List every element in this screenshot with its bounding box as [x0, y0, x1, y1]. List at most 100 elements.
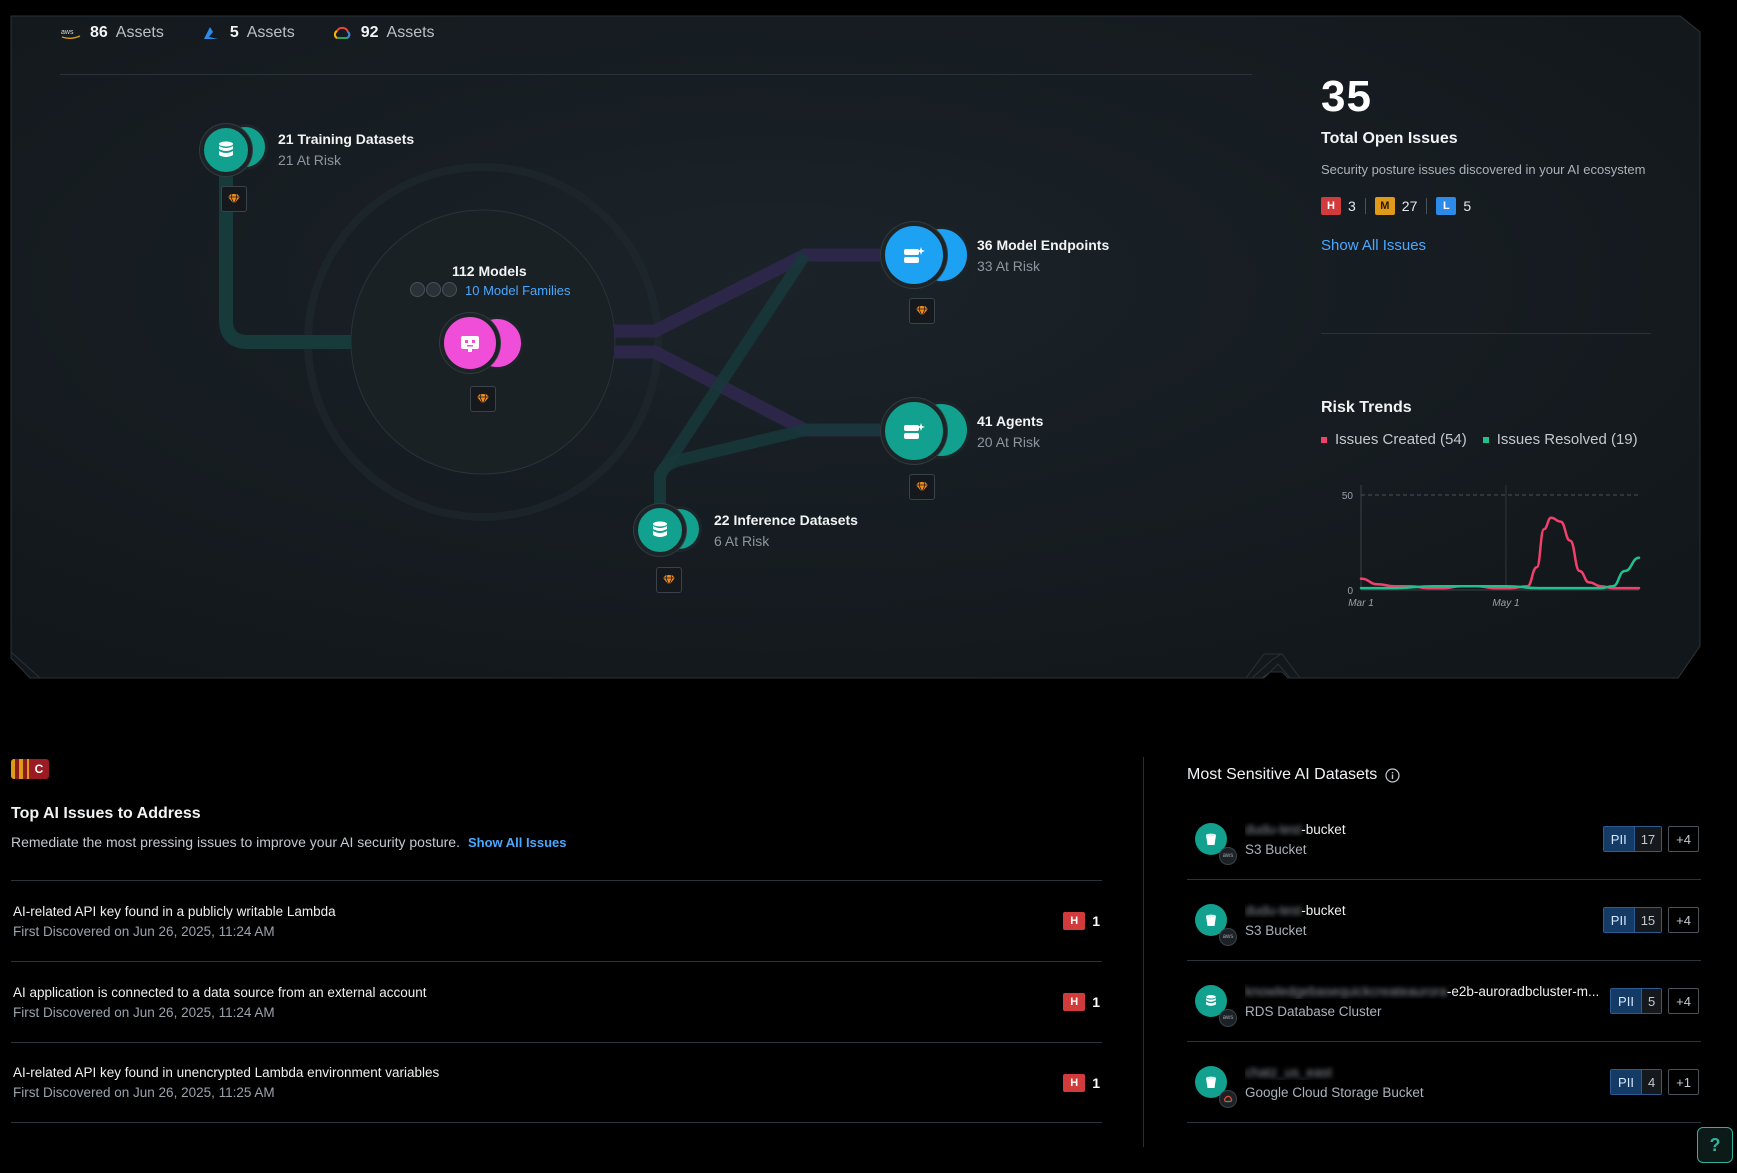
legend-issues-resolved[interactable]: Issues Resolved (19): [1482, 431, 1638, 448]
inference-risk-chip[interactable]: [656, 567, 682, 593]
dataset-row[interactable]: aws knowledgebasequickcreateaurora-e2b-a…: [1187, 961, 1701, 1042]
issue-row[interactable]: AI application is connected to a data so…: [11, 961, 1102, 1042]
model-families-link[interactable]: 10 Model Families: [465, 282, 571, 298]
endpoints-node[interactable]: [881, 222, 947, 288]
database-icon: [219, 141, 233, 157]
inference-datasets-label[interactable]: 22 Inference Datasets 6 At Risk: [714, 512, 858, 549]
high-severity-count: 3: [1348, 198, 1356, 214]
pii-tag-label: PII: [1603, 908, 1634, 932]
top-issues-show-all-link[interactable]: Show All Issues: [468, 835, 567, 850]
top-issues-desc-text: Remediate the most pressing issues to im…: [11, 834, 460, 850]
risk-gem-icon: [916, 481, 928, 493]
issue-count: 1: [1092, 994, 1100, 1010]
issue-count: 1: [1092, 1074, 1100, 1091]
dataset-name: knowledgebasequickcreateaurora-e2b-auror…: [1245, 984, 1610, 999]
issue-severity-badge: H: [1063, 1073, 1086, 1092]
pii-tag[interactable]: PII 4: [1610, 1069, 1663, 1095]
dataset-type: RDS Database Cluster: [1245, 1003, 1382, 1019]
grade-badge-stripe: [11, 759, 29, 779]
bucket-icon: [1195, 1066, 1237, 1108]
issue-severity-badge: H: [1063, 993, 1086, 1011]
more-tags-button[interactable]: +4: [1668, 826, 1699, 852]
endpoint-icon: [904, 247, 925, 263]
grade-badge: C: [11, 759, 49, 779]
legend-issues-created[interactable]: Issues Created (54): [1321, 431, 1467, 448]
low-severity-count: 5: [1463, 198, 1472, 214]
training-datasets-node[interactable]: [200, 124, 252, 176]
x-tick-label: May 1: [1492, 598, 1519, 609]
dataset-name-redacted: dudu-test: [1245, 902, 1302, 918]
inference-datasets-node[interactable]: [634, 504, 686, 556]
more-tags-button[interactable]: +4: [1668, 907, 1699, 933]
help-button[interactable]: ?: [1697, 1127, 1733, 1163]
medium-severity-badge: M: [1374, 197, 1395, 215]
training-datasets-risk: 21 At Risk: [278, 152, 342, 168]
training-datasets-title: 21 Training Datasets: [278, 131, 415, 147]
issue-discovered: First Discovered on Jun 26, 2025, 11:24 …: [13, 923, 275, 939]
y-tick-label: 0: [1347, 586, 1353, 597]
issues-created-line: [1359, 516, 1641, 590]
medium-severity-count: 27: [1401, 198, 1418, 214]
agents-node[interactable]: [881, 398, 947, 464]
dataset-row[interactable]: aws dudu-test-bucket S3 Bucket PII 15 +4: [1187, 880, 1701, 961]
dataset-name-redacted: knowledgebasequickcreateaurora: [1245, 983, 1447, 999]
endpoints-title: 36 Model Endpoints: [977, 237, 1110, 253]
pii-tag[interactable]: PII 15: [1602, 907, 1663, 933]
severity-separator: [1426, 198, 1428, 214]
pii-tag-count: 5: [1640, 989, 1662, 1013]
endpoints-label[interactable]: 36 Model Endpoints 33 At Risk: [977, 237, 1109, 274]
training-risk-chip[interactable]: [221, 186, 247, 212]
meta-provider-icon: [410, 282, 425, 297]
agents-label[interactable]: 41 Agents 20 At Risk: [977, 413, 1043, 450]
training-datasets-label[interactable]: 21 Training Datasets 21 At Risk: [278, 131, 414, 168]
top-issues-title: Top AI Issues to Address: [11, 805, 201, 822]
model-provider-icons: [410, 282, 457, 297]
aws-icon: aws: [1219, 1009, 1237, 1027]
issue-title: AI application is connected to a data so…: [13, 984, 427, 1000]
summary-divider: [1321, 333, 1651, 334]
risk-trends-title: Risk Trends: [1321, 399, 1412, 416]
sensitive-datasets-list: aws dudu-test-bucket S3 Bucket PII 17 +4 …: [1187, 799, 1701, 1123]
more-tags-button[interactable]: +4: [1668, 988, 1699, 1014]
dataset-row[interactable]: aws dudu-test-bucket S3 Bucket PII 17 +4: [1187, 799, 1701, 880]
models-node[interactable]: [440, 313, 500, 373]
inference-datasets-risk: 6 At Risk: [714, 533, 770, 549]
dataset-name-visible: -bucket: [1301, 902, 1346, 918]
dataset-row[interactable]: chatz_us_east Google Cloud Storage Bucke…: [1187, 1042, 1701, 1123]
openai-provider-icon: [442, 282, 457, 297]
agents-risk: 20 At Risk: [977, 434, 1041, 450]
agents-risk-chip[interactable]: [909, 474, 935, 500]
pii-tag-label: PII: [1611, 1070, 1641, 1094]
issue-row[interactable]: AI-related API key found in unencrypted …: [11, 1042, 1102, 1123]
issues-resolved-line: [1359, 556, 1641, 590]
agents-title: 41 Agents: [977, 413, 1044, 429]
pii-tag[interactable]: PII 5: [1610, 988, 1663, 1014]
aws-icon: aws: [1219, 928, 1237, 946]
pii-tag-count: 4: [1640, 1070, 1662, 1094]
inference-datasets-title: 22 Inference Datasets: [714, 512, 858, 528]
pii-tag-count: 17: [1633, 827, 1662, 851]
pii-tag[interactable]: PII 17: [1602, 826, 1663, 852]
dataset-type: S3 Bucket: [1245, 841, 1307, 857]
resolved-legend-label: Issues Resolved (19): [1496, 431, 1638, 448]
aws-icon: aws: [1219, 847, 1237, 865]
endpoints-risk-chip[interactable]: [909, 298, 935, 324]
sensitive-datasets-title-text: Most Sensitive AI Datasets: [1187, 766, 1378, 783]
show-all-issues-link[interactable]: Show All Issues: [1321, 237, 1426, 254]
dataset-name-visible: -bucket: [1301, 821, 1346, 837]
severity-breakdown: H 3 M 27 L 5: [1321, 197, 1651, 215]
info-icon[interactable]: [1385, 767, 1400, 783]
open-issues-summary: 35 Total Open Issues Security posture is…: [1321, 72, 1651, 255]
dataset-type: S3 Bucket: [1245, 922, 1307, 938]
more-tags-button[interactable]: +1: [1668, 1069, 1699, 1095]
models-label[interactable]: 112 Models: [452, 263, 527, 279]
created-legend-swatch: [1321, 437, 1327, 444]
models-risk-chip[interactable]: [470, 386, 496, 412]
issue-row[interactable]: AI-related API key found in a publicly w…: [11, 880, 1102, 961]
dataset-type: Google Cloud Storage Bucket: [1245, 1084, 1424, 1100]
pii-tag-label: PII: [1611, 989, 1641, 1013]
top-issues-description: Remediate the most pressing issues to im…: [11, 834, 566, 850]
severity-separator: [1364, 198, 1366, 214]
pii-tag-count: 15: [1633, 908, 1662, 932]
risk-gem-icon: [663, 574, 675, 586]
